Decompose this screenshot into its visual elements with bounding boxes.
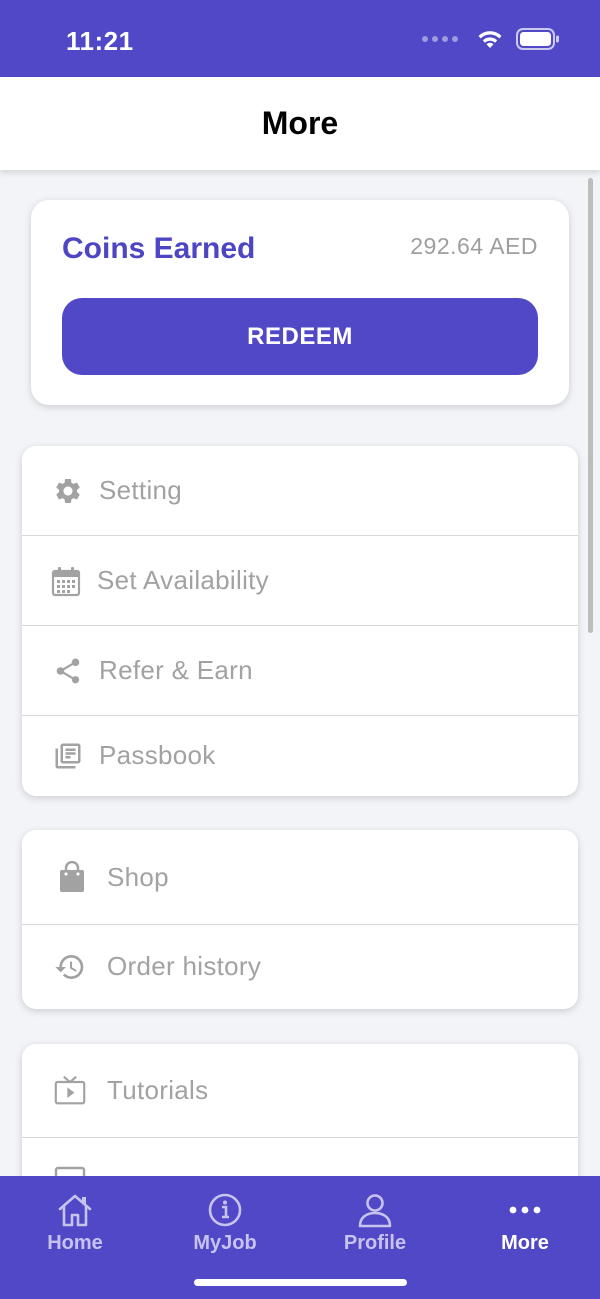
- redeem-button[interactable]: REDEEM: [62, 298, 538, 375]
- menu-item-label: Set Availability: [97, 565, 269, 595]
- tab-home[interactable]: Home: [15, 1192, 135, 1255]
- menu-item-label: Refer & Earn: [99, 655, 253, 685]
- menu-group-shop: Shop Order history: [22, 830, 578, 1009]
- gear-icon: [52, 475, 84, 507]
- tab-label: Profile: [343, 1232, 407, 1254]
- menu-item-label: Passbook: [99, 740, 216, 770]
- tab-label: More: [501, 1232, 549, 1254]
- document-icon: [54, 1166, 86, 1176]
- status-time: 11:21: [66, 26, 134, 56]
- menu-item-partial[interactable]: [22, 1138, 578, 1176]
- menu-item-passbook[interactable]: Passbook: [22, 716, 578, 796]
- menu-item-setting[interactable]: Setting: [22, 446, 578, 536]
- coins-earned-title: Coins Earned: [62, 232, 256, 265]
- page-header: More: [0, 77, 600, 170]
- tab-myjob[interactable]: MyJob: [165, 1192, 285, 1255]
- tab-profile[interactable]: Profile: [315, 1192, 435, 1255]
- menu-item-label: Shop: [107, 862, 169, 892]
- menu-item-tutorials[interactable]: Tutorials: [22, 1044, 578, 1138]
- content-scroll-area[interactable]: Coins Earned 292.64 AED REDEEM Setting S…: [0, 170, 600, 1176]
- battery-icon: [516, 28, 559, 50]
- wifi-icon: [478, 31, 502, 48]
- tab-label: Home: [47, 1232, 103, 1254]
- menu-item-label: Tutorials: [107, 1075, 209, 1105]
- tv-icon: [54, 1074, 86, 1106]
- calendar-icon: [50, 565, 82, 597]
- scrollbar[interactable]: [588, 178, 593, 633]
- info-icon: [208, 1193, 242, 1227]
- history-icon: [54, 951, 86, 983]
- cellular-signal-icon: [422, 36, 458, 42]
- menu-item-label: Order history: [107, 951, 262, 981]
- status-bar: 11:21: [0, 0, 600, 77]
- menu-item-order-history[interactable]: Order history: [22, 925, 578, 1009]
- menu-item-label: Setting: [99, 475, 183, 505]
- page-title: More: [261, 105, 339, 141]
- menu-item-shop[interactable]: Shop: [22, 830, 578, 925]
- coins-amount: 292.64 AED: [410, 233, 538, 259]
- more-dots-icon: [509, 1206, 541, 1214]
- status-icons: [422, 28, 560, 50]
- menu-item-set-availability[interactable]: Set Availability: [22, 536, 578, 626]
- shopping-bag-icon: [56, 861, 88, 893]
- coins-card: Coins Earned 292.64 AED REDEEM: [31, 200, 569, 405]
- home-indicator: [194, 1279, 407, 1286]
- person-icon: [358, 1194, 392, 1228]
- menu-item-refer-earn[interactable]: Refer & Earn: [22, 626, 578, 716]
- library-books-icon: [52, 740, 84, 772]
- menu-group-account: Setting Set Availability Refer & Earn Pa…: [22, 446, 578, 796]
- menu-group-help: Tutorials: [22, 1044, 578, 1176]
- home-icon: [58, 1194, 92, 1227]
- share-icon: [52, 655, 84, 687]
- tab-label: MyJob: [193, 1232, 257, 1254]
- tab-more[interactable]: More: [465, 1192, 585, 1255]
